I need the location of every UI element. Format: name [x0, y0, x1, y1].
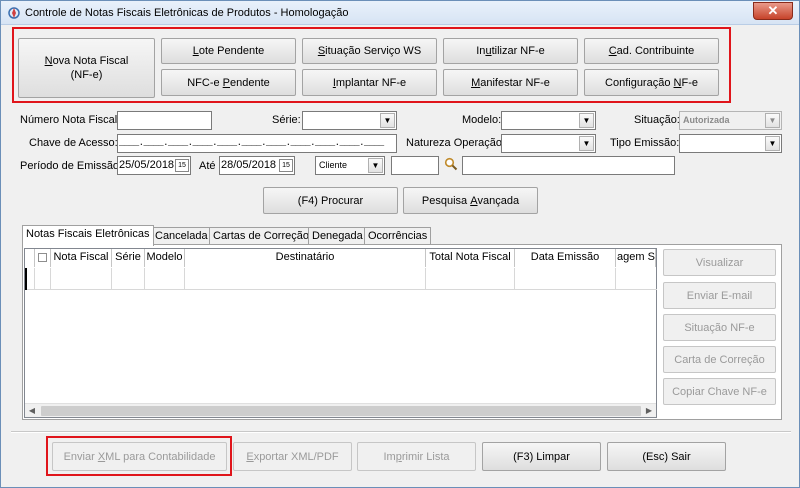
situacao-servico-ws-button[interactable]: Situação Serviço WS — [302, 38, 437, 64]
window-title: Controle de Notas Fiscais Eletrônicas de… — [25, 7, 349, 19]
periodo-emissao-label: Período de Emissão: — [20, 160, 123, 172]
ate-label: Até — [199, 160, 216, 172]
tab-ocorrencias[interactable]: Ocorrências — [364, 227, 432, 245]
scroll-thumb[interactable] — [41, 406, 641, 416]
chevron-down-icon: ▼ — [579, 136, 594, 151]
enviar-xml-contabilidade-button[interactable]: Enviar X ML para Contabilidade — [52, 442, 227, 471]
date-from-input[interactable]: 25/05/2018 15 — [117, 156, 191, 175]
magnifier-icon[interactable] — [444, 157, 458, 171]
grid-header-indicator — [25, 249, 35, 267]
natureza-operacao-select[interactable]: ▼ — [501, 134, 596, 153]
grid-header-data-emissao[interactable]: Data Emissão — [515, 249, 616, 267]
chevron-down-icon: ▼ — [368, 158, 383, 173]
cad-contribuinte-button[interactable]: Cad. Contribuinte — [584, 38, 719, 64]
calendar-icon[interactable]: 15 — [175, 159, 189, 172]
inutilizar-nfe-button[interactable]: In u tilizar NF-e — [443, 38, 578, 64]
tab-denegada[interactable]: Denegada — [308, 227, 367, 245]
grid-header-destinatario[interactable]: Destinatário — [185, 249, 426, 267]
chevron-down-icon: ▼ — [579, 113, 594, 128]
numero-nota-input[interactable] — [117, 111, 212, 130]
cliente-code-input[interactable] — [391, 156, 439, 175]
carta-correcao-button[interactable]: Carta de Correção — [663, 346, 776, 373]
cliente-select[interactable]: Cliente ▼ — [315, 156, 385, 175]
imprimir-lista-button[interactable]: Im p rimir Lista — [357, 442, 476, 471]
table-row[interactable] — [25, 268, 657, 290]
calendar-icon[interactable]: 15 — [279, 159, 293, 172]
enviar-email-button[interactable]: Enviar E-mail — [663, 282, 776, 309]
pesquisa-avancada-button[interactable]: Pesquisa Avançada — [403, 187, 538, 214]
app-icon — [8, 7, 20, 19]
chave-acesso-label: Chave de Acesso: — [29, 137, 118, 149]
nova-nota-subtitle: (NF-e) — [70, 69, 103, 81]
main-window: Controle de Notas Fiscais Eletrônicas de… — [0, 0, 800, 488]
chevron-down-icon: ▼ — [765, 113, 780, 128]
grid-header-modelo[interactable]: Modelo — [145, 249, 185, 267]
grid-header-select[interactable] — [35, 249, 51, 267]
chevron-down-icon: ▼ — [380, 113, 395, 128]
nfce-pendente-button[interactable]: NFC-e Pendente — [161, 69, 296, 96]
close-button[interactable]: ✕ — [753, 2, 793, 20]
limpar-button[interactable]: (F3) Limpar — [482, 442, 601, 471]
situacao-label: Situação: — [634, 114, 680, 126]
tipo-emissao-select[interactable]: ▼ — [679, 134, 782, 153]
tab-notas-fiscais[interactable]: Notas Fiscais Eletrônicas — [22, 225, 154, 246]
numero-nota-label: Número Nota Fiscal: — [20, 114, 121, 126]
horizontal-scrollbar[interactable]: ◀ ▶ — [25, 403, 656, 417]
grid-header-total[interactable]: Total Nota Fiscal — [426, 249, 515, 267]
nova-nota-fiscal-button[interactable]: Nova Nota Fiscal (NF-e) — [18, 38, 155, 98]
cliente-name-input[interactable] — [462, 156, 675, 175]
scroll-left-icon[interactable]: ◀ — [25, 404, 39, 418]
tab-panel: Nota Fiscal Série Modelo Destinatário To… — [22, 244, 782, 420]
procurar-button[interactable]: (F4) Procurar — [263, 187, 398, 214]
grid-header-mensagem[interactable]: agem Sl — [616, 249, 656, 267]
bottom-separator — [11, 431, 791, 433]
chevron-down-icon: ▼ — [765, 136, 780, 151]
tab-cartas-correcao[interactable]: Cartas de Correção — [209, 227, 313, 245]
grid-header-serie[interactable]: Série — [112, 249, 145, 267]
copiar-chave-button[interactable]: Copiar Chave NF-e — [663, 378, 776, 405]
implantar-nfe-button[interactable]: Implantar NF-e — [302, 69, 437, 96]
lote-pendente-button[interactable]: Lote Pendente — [161, 38, 296, 64]
natureza-operacao-label: Natureza Operação: — [406, 137, 506, 149]
manifestar-nfe-button[interactable]: Manifestar NF-e — [443, 69, 578, 96]
date-to-input[interactable]: 28/05/2018 15 — [219, 156, 295, 175]
scroll-right-icon[interactable]: ▶ — [642, 404, 656, 418]
situacao-nfe-button[interactable]: Situação NF-e — [663, 314, 776, 341]
tipo-emissao-label: Tipo Emissão: — [610, 137, 680, 149]
select-all-checkbox[interactable] — [38, 253, 47, 262]
row-select-cell[interactable] — [35, 268, 51, 290]
sair-button[interactable]: (Esc) Sair — [607, 442, 726, 471]
configuracao-nfe-button[interactable]: Configuração N F-e — [584, 69, 719, 96]
situacao-select[interactable]: Autorizada ▼ — [679, 111, 782, 130]
serie-select[interactable]: ▼ — [302, 111, 397, 130]
serie-label: Série: — [272, 114, 301, 126]
title-bar: Controle de Notas Fiscais Eletrônicas de… — [1, 1, 799, 25]
row-indicator — [25, 268, 35, 290]
grid-header-nota-fiscal[interactable]: Nota Fiscal — [51, 249, 112, 267]
chave-acesso-input[interactable]: ____.____.____.____.____.____.____.____.… — [117, 134, 397, 153]
tab-cancelada[interactable]: Cancelada — [151, 227, 212, 245]
notas-grid[interactable]: Nota Fiscal Série Modelo Destinatário To… — [24, 248, 657, 418]
modelo-select[interactable]: ▼ — [501, 111, 596, 130]
visualizar-button[interactable]: Visualizar — [663, 249, 776, 276]
exportar-xml-pdf-button[interactable]: Exportar XML/PDF — [233, 442, 352, 471]
modelo-label: Modelo: — [462, 114, 502, 126]
